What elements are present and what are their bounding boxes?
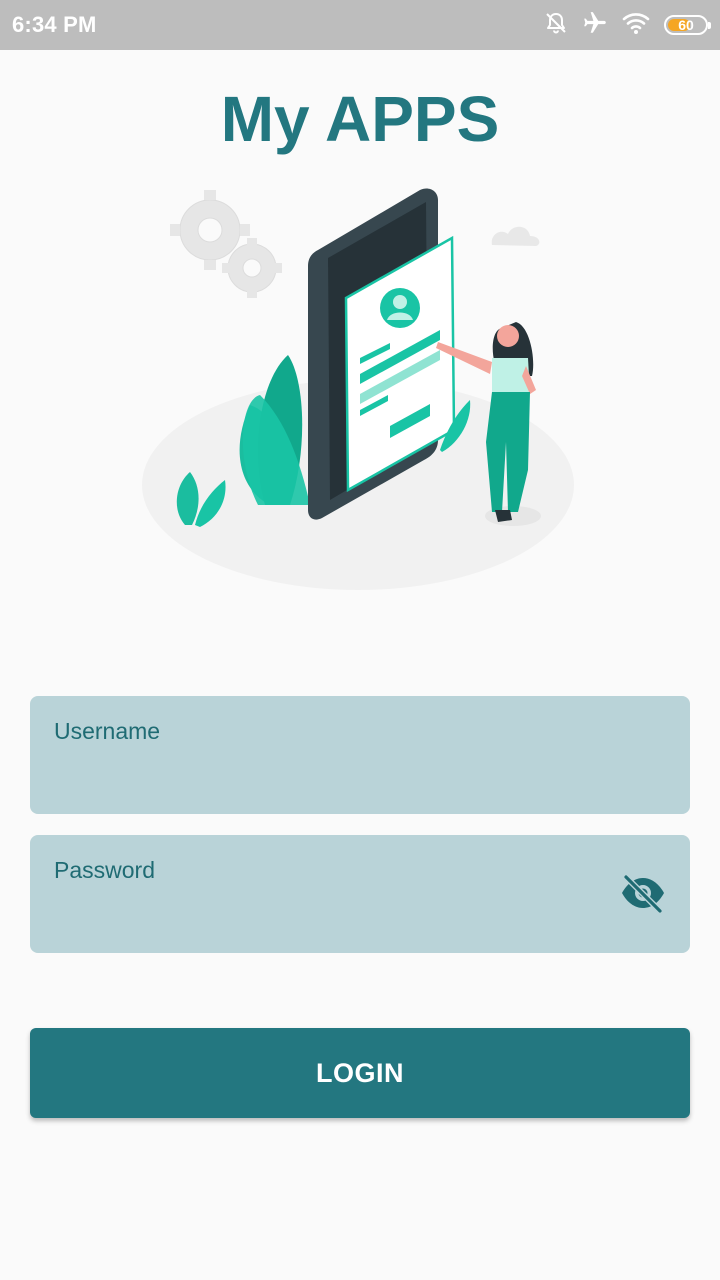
bell-off-icon xyxy=(544,11,568,40)
status-time: 6:34 PM xyxy=(12,12,97,37)
status-bar: 6:34 PM 60 xyxy=(0,0,720,50)
username-input[interactable] xyxy=(54,752,618,794)
eye-off-icon[interactable] xyxy=(620,873,666,913)
wifi-icon xyxy=(622,11,650,40)
password-input[interactable] xyxy=(54,891,618,933)
login-button[interactable]: LOGIN xyxy=(30,1028,690,1118)
airplane-icon xyxy=(582,10,608,41)
login-illustration xyxy=(140,180,580,600)
password-label: Password xyxy=(54,857,155,883)
password-field[interactable]: Password xyxy=(30,835,690,953)
battery-level: 60 xyxy=(678,17,694,33)
status-icons: 60 xyxy=(544,10,711,41)
username-label: Username xyxy=(54,718,161,744)
battery-icon: 60 xyxy=(664,15,711,35)
username-field[interactable]: Username xyxy=(30,696,690,814)
app-title: My APPS xyxy=(220,83,500,155)
